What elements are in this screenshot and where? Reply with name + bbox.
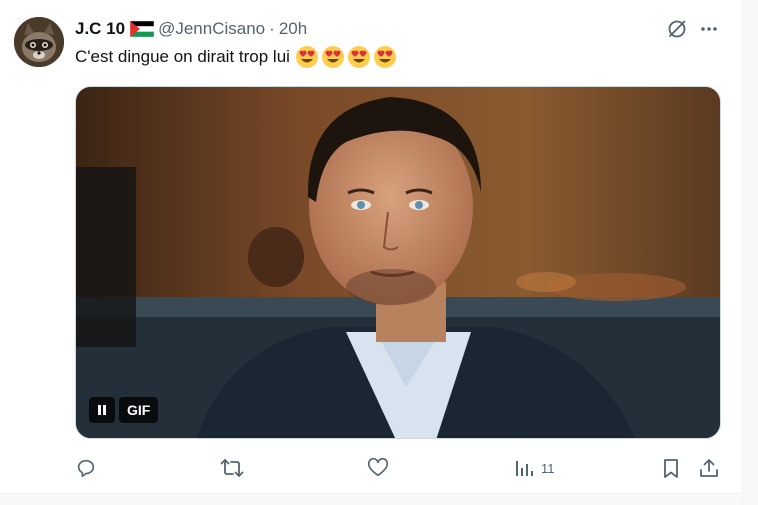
bookmark-button[interactable]	[660, 455, 682, 481]
emoji-row	[295, 45, 399, 69]
handle[interactable]: @JennCisano	[158, 19, 265, 39]
views-count: 11	[541, 460, 555, 476]
gif-media[interactable]: GIF	[75, 86, 721, 439]
heart-eyes-emoji	[373, 45, 397, 69]
bookmark-icon	[664, 459, 678, 478]
gif-frame	[76, 87, 720, 438]
like-icon	[367, 457, 389, 477]
gif-badge: GIF	[119, 397, 159, 423]
gif-controls: GIF	[89, 397, 159, 423]
pause-icon[interactable]	[89, 397, 115, 423]
avatar[interactable]	[14, 17, 64, 67]
heart-eyes-emoji	[347, 45, 371, 69]
share-icon	[700, 459, 718, 477]
action-bar: 11	[75, 455, 721, 481]
reply-button[interactable]	[75, 455, 97, 481]
views-button[interactable]: 11	[513, 455, 555, 481]
grok-icon[interactable]	[666, 18, 688, 40]
display-name[interactable]: J.C 10	[75, 19, 125, 39]
palestine-flag-icon	[130, 21, 155, 37]
separator-dot: ·	[269, 19, 275, 38]
reply-icon	[77, 459, 95, 478]
avatar-image	[14, 17, 64, 67]
more-icon[interactable]	[698, 18, 720, 40]
like-button[interactable]	[367, 455, 389, 481]
views-icon	[516, 461, 533, 476]
retweet-icon	[220, 459, 244, 477]
share-button[interactable]	[698, 455, 720, 481]
tweet-text-content: C'est dingue on dirait trop lui	[75, 47, 290, 66]
right-gutter	[742, 0, 758, 505]
tweet-text: C'est dingue on dirait trop lui	[75, 45, 399, 69]
tweet-header: J.C 10 @JennCisano · 20h	[75, 18, 307, 40]
heart-eyes-emoji	[295, 45, 319, 69]
timestamp[interactable]: 20h	[279, 19, 307, 39]
retweet-button[interactable]	[220, 455, 244, 481]
heart-eyes-emoji	[321, 45, 345, 69]
next-tweet-edge	[0, 494, 742, 505]
